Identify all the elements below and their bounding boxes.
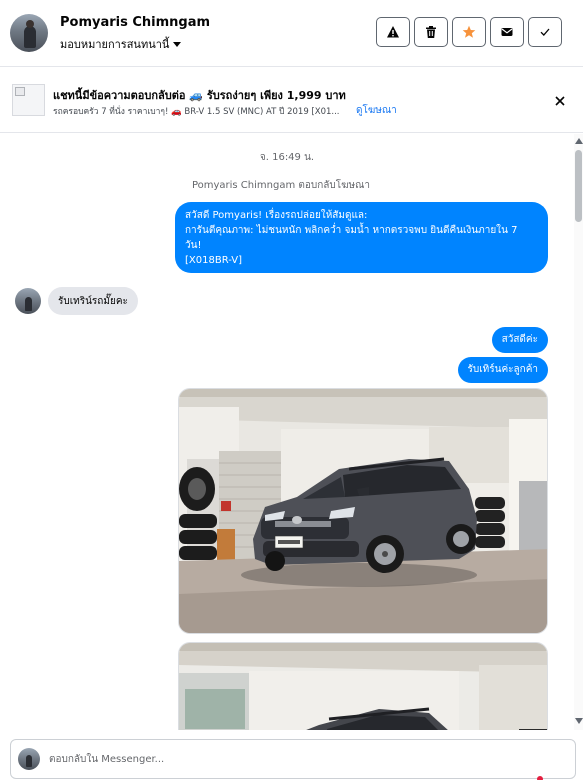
outgoing-message[interactable]: สวัสดีค่ะ <box>491 327 548 353</box>
mark-done-button[interactable] <box>528 17 562 47</box>
contact-avatar[interactable] <box>10 14 48 52</box>
ad-context-banner: แชทนี้มีข้อความตอบกลับต่อ 🚙 รับรถง่ายๆ เ… <box>0 67 583 133</box>
message-timestamp: จ. 16:49 น. <box>259 152 315 163</box>
incoming-message[interactable]: รับเทริน์รถมั๊ยคะ <box>48 287 138 315</box>
message-thread[interactable]: จ. 16:49 น. Pomyaris Chimngam ตอบกลับโฆษ… <box>0 134 583 730</box>
ad-subtitle: รถครอบครัว 7 ที่นั่ง ราคาเบาๆ! 🚗 BR-V 1.… <box>53 107 340 117</box>
ad-title: แชทนี้มีข้อความตอบกลับต่อ 🚙 รับรถง่ายๆ เ… <box>53 89 346 102</box>
car-photo <box>179 389 547 633</box>
assign-conversation-dropdown[interactable]: มอบหมายการสนทนานี้ <box>60 35 182 53</box>
car-photo <box>179 643 547 730</box>
scroll-down-arrow-icon[interactable] <box>575 718 583 724</box>
message-composer <box>10 739 576 780</box>
message-line: การันตีคุณภาพ: ไม่ชนหนัก พลิกคว่ำ จมน้ำ … <box>185 225 518 236</box>
sender-avatar[interactable] <box>15 288 41 314</box>
mark-unread-button[interactable] <box>490 17 524 47</box>
scroll-up-arrow-icon[interactable] <box>575 138 583 144</box>
car-photo-attachment[interactable] <box>178 388 548 634</box>
warning-icon <box>387 26 399 38</box>
page-avatar <box>18 748 40 770</box>
reply-input[interactable] <box>49 750 529 768</box>
ad-reply-note: Pomyaris Chimngam ตอบกลับโฆษณา <box>191 180 371 191</box>
outgoing-message[interactable]: รับเทิร์นค่ะลูกค้า <box>457 357 548 383</box>
star-button[interactable] <box>452 17 486 47</box>
contact-name[interactable]: Pomyaris Chimngam <box>60 15 210 30</box>
check-icon <box>540 28 550 36</box>
assign-label: มอบหมายการสนทนานี้ <box>60 38 170 51</box>
delete-button[interactable] <box>414 17 448 47</box>
close-icon <box>555 96 565 106</box>
conversation-header: Pomyaris Chimngam มอบหมายการสนทนานี้ <box>0 0 583 67</box>
view-ad-link[interactable]: ดูโฆษณา <box>356 103 397 118</box>
outgoing-message-ad-reply[interactable]: สวัสดี Pomyaris! เรื่องรถปล่อยให้สัมดูแล… <box>175 202 548 273</box>
close-banner-button[interactable] <box>550 91 570 111</box>
trash-icon <box>426 26 436 38</box>
scrollbar-thumb[interactable] <box>575 150 582 222</box>
caret-down-icon <box>173 42 182 47</box>
star-icon <box>462 25 476 38</box>
message-line: [X018BR-V] <box>185 255 243 266</box>
envelope-icon <box>501 28 513 36</box>
car-photo-attachment[interactable] <box>178 642 548 730</box>
scrollbar-track[interactable] <box>574 134 583 730</box>
message-line: สวัสดี Pomyaris! เรื่องรถปล่อยให้สัมดูแล… <box>185 210 368 221</box>
report-button[interactable] <box>376 17 410 47</box>
ad-thumbnail[interactable] <box>12 84 45 116</box>
message-line: วัน! <box>185 240 202 251</box>
notification-dot-icon <box>537 776 543 780</box>
